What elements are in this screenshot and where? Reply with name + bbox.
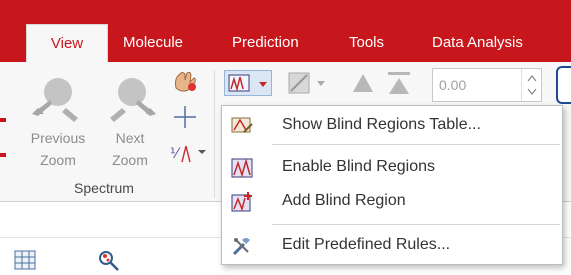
tab-data-analysis[interactable]: Data Analysis [432,34,523,51]
menu-separator [272,224,560,225]
menu-item-add-blind-region[interactable]: Add Blind Region [222,186,562,218]
threshold-spinner[interactable] [521,69,541,101]
display-mode-icon [288,72,325,94]
triangle-top-icon [388,72,410,94]
svg-text:⅟: ⅟ [170,146,181,162]
menu-item-show-blind-regions-table[interactable]: Show Blind Regions Table... [222,110,562,142]
menu-item-label: Enable Blind Regions [282,158,435,175]
magnifier-molecule-icon [99,251,119,271]
triangle-up-icon [353,74,373,92]
tab-molecule[interactable]: Molecule [123,34,183,51]
tools-icon [230,234,254,258]
threshold-up-button[interactable] [350,70,376,96]
cut-off-ribbon-button[interactable] [556,66,571,104]
display-mode-dropdown[interactable] [285,70,331,96]
table-view-button[interactable] [14,250,36,270]
threshold-input[interactable]: 0.00 [432,68,542,102]
hand-pan-icon [175,71,196,92]
tab-view[interactable]: View [26,24,108,62]
blind-regions-dropdown[interactable] [224,70,272,96]
blind-regions-icon [230,156,254,180]
blind-regions-icon [228,74,267,92]
menu-item-label: Edit Predefined Rules... [282,236,451,253]
previous-zoom-icon [32,78,78,122]
spinner-arrows-icon [527,75,537,95]
hand-pan-button[interactable] [170,68,198,94]
threshold-top-button[interactable] [384,70,414,96]
previous-zoom-label-1: Previous [30,130,86,146]
menu-item-label: Show Blind Regions Table... [282,116,481,133]
menu-item-enable-blind-regions[interactable]: Enable Blind Regions [222,152,562,184]
next-zoom-icon [110,78,156,122]
previous-zoom-button[interactable]: Previous Zoom [22,70,94,180]
ribbon-separator [214,70,215,198]
add-blind-region-icon [230,190,254,214]
crosshair-icon [174,106,196,128]
previous-zoom-label-2: Zoom [40,152,76,168]
menu-item-edit-predefined-rules[interactable]: Edit Predefined Rules... [222,230,562,262]
cut-off-arrow-icon [0,153,6,157]
blind-regions-menu: Show Blind Regions Table... Enable Blind… [221,105,563,265]
menu-item-label: Add Blind Region [282,192,406,209]
crosshair-button[interactable] [172,104,198,130]
search-structure-button[interactable] [96,248,124,272]
peak-pick-button[interactable]: ⅟ [168,140,208,166]
threshold-value: 0.00 [439,77,467,93]
spectrum-group-label: Spectrum [74,180,134,196]
next-zoom-label-2: Zoom [112,152,148,168]
tab-prediction[interactable]: Prediction [232,34,299,51]
peak-pick-icon: ⅟ [170,145,206,163]
menu-separator [272,144,560,145]
next-zoom-button[interactable]: Next Zoom [94,70,166,180]
table-icon [14,250,36,270]
cut-off-arrow-icon [0,118,6,122]
tab-tools[interactable]: Tools [349,34,384,51]
next-zoom-label-1: Next [115,130,145,146]
blind-table-icon [230,114,254,138]
